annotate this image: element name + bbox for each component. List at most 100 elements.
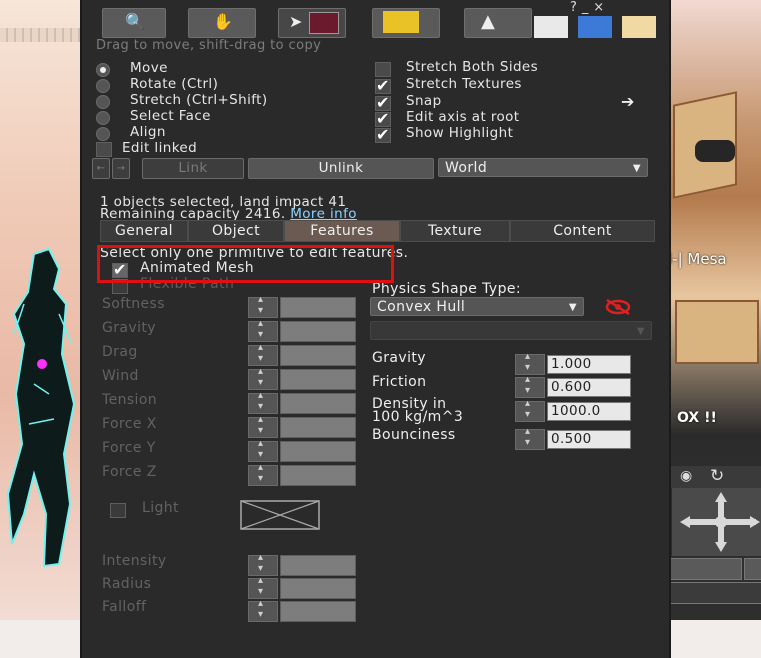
force-x-label: Force X (102, 416, 157, 432)
physics-gravity-label: Gravity (372, 350, 426, 366)
window-controls[interactable]: ? _ × (570, 0, 605, 15)
radio-select-face[interactable] (96, 111, 110, 125)
physics-shape-dropdown[interactable]: Convex Hull ▼ (370, 297, 584, 316)
snap-options-arrow-icon[interactable]: ➔ (621, 92, 635, 111)
next-part-button[interactable]: → (112, 158, 130, 179)
tension-field (280, 393, 356, 414)
force-x-field (280, 417, 356, 438)
camera-button-left[interactable] (668, 558, 742, 580)
falloff-spinner[interactable] (248, 598, 278, 622)
toolbar-icon-2[interactable] (578, 16, 612, 38)
stretch-textures-label: Stretch Textures (406, 76, 522, 92)
tension-spinner[interactable] (248, 390, 278, 414)
show-highlight-label: Show Highlight (406, 125, 514, 141)
stretch-both-sides-label: Stretch Both Sides (406, 59, 539, 75)
camera-buttons (668, 558, 761, 604)
radius-field (280, 578, 356, 599)
tab-content[interactable]: Content (510, 220, 655, 242)
rotate-icon[interactable]: ↻ (710, 466, 724, 486)
wind-label: Wind (102, 368, 139, 384)
physics-friction-field[interactable]: 0.600 (547, 378, 631, 397)
navigation-arrows-icon[interactable] (680, 492, 760, 552)
grab-tool-icon: ✋ (213, 12, 234, 31)
move-tool-button[interactable]: ✋ (188, 8, 256, 38)
physics-gravity-field[interactable]: 1.000 (547, 355, 631, 374)
radio-move[interactable] (96, 63, 110, 77)
tab-texture[interactable]: Texture (400, 220, 510, 242)
avatar-figure (6, 247, 76, 568)
force-y-label: Force Y (102, 440, 156, 456)
drag-label: Drag (102, 344, 138, 360)
radio-rotate[interactable] (96, 79, 110, 93)
radius-spinner[interactable] (248, 575, 278, 599)
create-tool-button[interactable] (372, 8, 440, 38)
focus-tool-icon: 🔍 (125, 12, 146, 31)
light-checkbox[interactable] (110, 503, 126, 518)
gravity-flexi-field (280, 321, 356, 342)
edit-tool-button[interactable]: ➤ (278, 8, 346, 38)
physics-gravity-spinner[interactable] (515, 351, 545, 375)
radio-align[interactable] (96, 127, 110, 141)
radio-select-face-label: Select Face (130, 108, 211, 124)
toolbar-icon-3[interactable] (622, 16, 656, 38)
edit-linked-checkbox[interactable] (96, 142, 112, 157)
force-x-spinner[interactable] (248, 414, 278, 438)
camera-icon[interactable]: ◉ (680, 468, 692, 484)
scene-label-ox: OX !! (677, 410, 717, 426)
stretch-both-sides-checkbox[interactable] (375, 62, 391, 77)
show-highlight-checkbox[interactable] (375, 125, 391, 144)
gravity-flexi-label: Gravity (102, 320, 156, 336)
tab-object[interactable]: Object (188, 220, 284, 242)
chevron-down-icon: ▼ (632, 163, 641, 174)
falloff-field (280, 601, 356, 622)
material-dropdown: ▼ (370, 321, 652, 340)
physics-friction-spinner[interactable] (515, 374, 545, 398)
radio-stretch[interactable] (96, 95, 110, 109)
force-z-field (280, 465, 356, 486)
chevron-down-icon: ▼ (636, 326, 645, 337)
snap-label: Snap (406, 93, 442, 109)
physics-density-field[interactable]: 1000.0 (547, 402, 631, 421)
intensity-spinner[interactable] (248, 552, 278, 576)
radio-align-label: Align (130, 124, 166, 140)
camera-dropdown[interactable] (668, 582, 761, 604)
prev-part-button[interactable]: ← (92, 158, 110, 179)
physics-shape-label: Physics Shape Type: (372, 281, 521, 297)
physics-density-label: Density in 100 kg/m^3 (372, 396, 464, 425)
cursor-icon: ➤ (289, 12, 303, 31)
camera-button-right[interactable] (744, 558, 761, 580)
land-tool-button[interactable]: ▲ (464, 8, 532, 38)
ruler-mode-dropdown[interactable]: World ▼ (438, 158, 648, 177)
force-y-field (280, 441, 356, 462)
object-thumbnail-icon (309, 12, 339, 34)
link-button[interactable]: Link (142, 158, 244, 179)
physics-bounciness-spinner[interactable] (515, 426, 545, 450)
softness-label: Softness (102, 296, 165, 312)
physics-density-spinner[interactable] (515, 398, 545, 422)
light-label: Light (142, 500, 179, 516)
tab-features[interactable]: Features (284, 220, 400, 242)
intensity-field (280, 555, 356, 576)
radio-rotate-label: Rotate (Ctrl) (130, 76, 219, 92)
drag-field (280, 345, 356, 366)
softness-spinner[interactable] (248, 294, 278, 318)
force-y-spinner[interactable] (248, 438, 278, 462)
light-color-swatch[interactable] (240, 500, 320, 530)
stretch-textures-checkbox[interactable] (375, 76, 391, 95)
scene-label-mesa: l-| Mesa (668, 250, 727, 268)
gravity-flexi-spinner[interactable] (248, 318, 278, 342)
drag-spinner[interactable] (248, 342, 278, 366)
edit-linked-label: Edit linked (122, 140, 198, 156)
tab-general[interactable]: General (100, 220, 188, 242)
land-tool-icon: ▲ (481, 11, 496, 32)
toolbar-icon-1[interactable] (534, 16, 568, 38)
focus-tool-button[interactable]: 🔍 (102, 8, 166, 38)
tool-row: 🔍 ✋ ➤ ▲ ? _ × (82, 0, 669, 38)
force-z-spinner[interactable] (248, 462, 278, 486)
unlink-button[interactable]: Unlink (248, 158, 434, 179)
wind-spinner[interactable] (248, 366, 278, 390)
softness-field (280, 297, 356, 318)
physics-bounciness-field[interactable]: 0.500 (547, 430, 631, 449)
eye-slash-icon[interactable] (603, 298, 633, 316)
edit-axis-root-label: Edit axis at root (406, 109, 520, 125)
